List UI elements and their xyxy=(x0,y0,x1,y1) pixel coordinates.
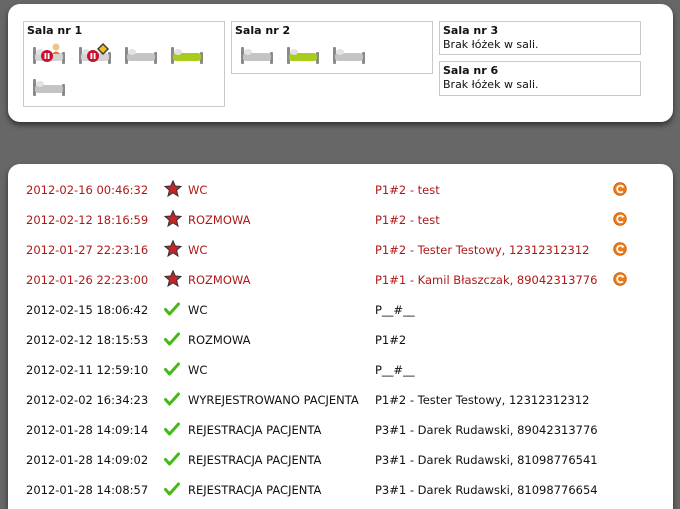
bed-empty-icon[interactable] xyxy=(124,42,158,66)
event-type: REJESTRACJA PACJENTA xyxy=(188,453,322,467)
check-icon xyxy=(164,325,188,355)
bed-warning-paused-icon[interactable] xyxy=(78,42,112,66)
bed-empty-icon[interactable] xyxy=(240,42,274,66)
room-card[interactable]: Sala nr 3 Brak łóżek w sali. xyxy=(439,21,641,55)
event-patient: P1#2 - test xyxy=(375,183,440,197)
empty-action-cell xyxy=(613,445,633,475)
star-icon xyxy=(163,265,188,295)
event-date: 2012-02-12 18:16:59 xyxy=(26,213,149,227)
event-type: ROZMOWA xyxy=(188,333,251,347)
event-patient: P__#__ xyxy=(375,303,415,317)
room-title: Sala nr 6 xyxy=(443,64,499,77)
event-date: 2012-01-26 22:23:00 xyxy=(26,273,149,287)
return-icon[interactable] xyxy=(613,175,633,205)
event-row[interactable]: 2012-02-16 00:46:32 WC P1#2 - test xyxy=(22,175,633,205)
event-date: 2012-02-15 18:06:42 xyxy=(26,303,149,317)
no-beds-message: Brak łóżek w sali. xyxy=(443,78,539,91)
event-date: 2012-02-12 18:15:53 xyxy=(26,333,149,347)
event-patient: P1#2 - Tester Testowy, 12312312312 xyxy=(375,243,590,257)
event-date: 2012-01-28 14:08:57 xyxy=(26,483,149,497)
room-title: Sala nr 2 xyxy=(235,24,291,37)
bed-patient-paused-icon[interactable] xyxy=(32,42,66,66)
event-row[interactable]: 2012-01-26 22:23:00 ROZMOWA P1#1 - Kamil B… xyxy=(22,265,633,295)
event-patient: P3#1 - Darek Rudawski, 81098776654 xyxy=(375,483,598,497)
events-panel: 2012-02-16 00:46:32 WC P1#2 - test 2012-02-… xyxy=(8,164,673,509)
event-row[interactable]: 2012-01-28 14:08:57 REJESTRACJA PACJENTA P… xyxy=(22,475,633,505)
star-icon xyxy=(163,175,188,205)
event-type: WYREJESTROWANO PACJENTA xyxy=(188,393,359,407)
bed-occupied-green-icon[interactable] xyxy=(170,42,204,66)
bed-occupied-green-icon[interactable] xyxy=(286,42,320,66)
check-icon xyxy=(164,415,188,445)
check-icon xyxy=(164,385,188,415)
no-beds-message: Brak łóżek w sali. xyxy=(443,38,539,51)
event-row[interactable]: 2012-02-11 12:59:10 WC P__#__ xyxy=(22,355,633,385)
event-patient: P3#1 - Darek Rudawski, 89042313776 xyxy=(375,423,598,437)
event-patient: P__#__ xyxy=(375,363,415,377)
room-title: Sala nr 3 xyxy=(443,24,499,37)
event-date: 2012-01-28 14:09:14 xyxy=(26,423,149,437)
event-row[interactable]: 2012-02-15 18:06:42 WC P__#__ xyxy=(22,295,633,325)
return-icon[interactable] xyxy=(613,205,633,235)
event-type: ROZMOWA xyxy=(188,273,251,287)
room-title: Sala nr 1 xyxy=(27,24,83,37)
room-card[interactable]: Sala nr 1 xyxy=(23,21,225,107)
event-patient: P3#1 - Darek Rudawski, 81098776541 xyxy=(375,453,598,467)
event-date: 2012-02-16 00:46:32 xyxy=(26,183,149,197)
star-icon xyxy=(163,205,188,235)
event-row[interactable]: 2012-02-12 18:15:53 ROZMOWA P1#2 xyxy=(22,325,633,355)
event-patient: P1#2 - test xyxy=(375,213,440,227)
return-icon[interactable] xyxy=(613,235,633,265)
event-type: REJESTRACJA PACJENTA xyxy=(188,483,322,497)
star-icon xyxy=(163,235,188,265)
event-type: WC xyxy=(188,303,208,317)
check-icon xyxy=(164,445,188,475)
event-type: WC xyxy=(188,363,208,377)
event-date: 2012-01-28 14:09:02 xyxy=(26,453,149,467)
events-table: 2012-02-16 00:46:32 WC P1#2 - test 2012-02-… xyxy=(22,175,633,505)
empty-action-cell xyxy=(613,355,633,385)
event-patient: P1#2 xyxy=(375,333,407,347)
event-patient: P1#2 - Tester Testowy, 12312312312 xyxy=(375,393,590,407)
event-row[interactable]: 2012-01-27 22:23:16 WC P1#2 - Tester Testo… xyxy=(22,235,633,265)
event-row[interactable]: 2012-02-12 18:16:59 ROZMOWA P1#2 - test xyxy=(22,205,633,235)
event-date: 2012-01-27 22:23:16 xyxy=(26,243,149,257)
empty-action-cell xyxy=(613,295,633,325)
check-icon xyxy=(164,475,188,505)
empty-action-cell xyxy=(613,385,633,415)
event-type: REJESTRACJA PACJENTA xyxy=(188,423,322,437)
return-icon[interactable] xyxy=(613,265,633,295)
event-type: ROZMOWA xyxy=(188,213,251,227)
event-patient: P1#1 - Kamil Błaszczak, 89042313776 xyxy=(375,273,598,287)
event-row[interactable]: 2012-02-02 16:34:23 WYREJESTROWANO PACJEN… xyxy=(22,385,633,415)
empty-action-cell xyxy=(613,415,633,445)
bed-empty-icon[interactable] xyxy=(332,42,366,66)
event-type: WC xyxy=(188,243,208,257)
event-date: 2012-02-11 12:59:10 xyxy=(26,363,149,377)
event-type: WC xyxy=(188,183,208,197)
rooms-panel: Sala nr 1 Sala nr 2 Sala nr 3 Brak łóżek… xyxy=(8,4,673,122)
event-row[interactable]: 2012-01-28 14:09:14 REJESTRACJA PACJENTA P… xyxy=(22,415,633,445)
empty-action-cell xyxy=(613,325,633,355)
bed-empty-icon[interactable] xyxy=(32,74,66,98)
event-row[interactable]: 2012-01-28 14:09:02 REJESTRACJA PACJENTA P… xyxy=(22,445,633,475)
empty-action-cell xyxy=(613,475,633,505)
event-date: 2012-02-02 16:34:23 xyxy=(26,393,149,407)
check-icon xyxy=(164,355,188,385)
room-card[interactable]: Sala nr 2 xyxy=(231,21,433,74)
room-card[interactable]: Sala nr 6 Brak łóżek w sali. xyxy=(439,61,641,96)
check-icon xyxy=(164,295,188,325)
